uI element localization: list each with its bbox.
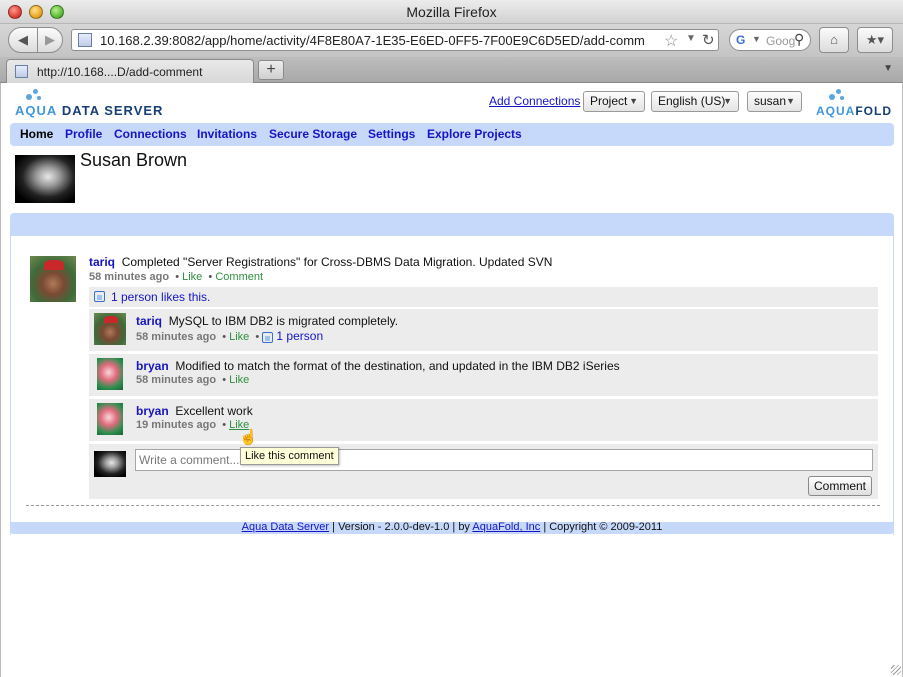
activity-like-link[interactable]: Like bbox=[182, 271, 202, 283]
user-select-value: susan bbox=[754, 94, 787, 108]
google-icon[interactable]: G bbox=[736, 33, 745, 47]
comment-input-placeholder: Write a comment... bbox=[139, 453, 240, 467]
site-favicon-icon bbox=[78, 33, 92, 47]
tab-strip: http://10.168....D/add-comment + ▼ bbox=[0, 57, 903, 83]
tab-add-comment[interactable]: http://10.168....D/add-comment bbox=[6, 59, 254, 83]
logo-text-data-server: DATA SERVER bbox=[61, 103, 164, 118]
menu-settings[interactable]: Settings bbox=[368, 127, 415, 141]
comment-likes-count[interactable]: 1 person bbox=[276, 329, 323, 343]
thumbs-up-icon bbox=[94, 291, 105, 302]
brand-text-fold: FOLD bbox=[855, 104, 893, 118]
forward-button[interactable]: ▶ bbox=[37, 27, 63, 53]
comment-time: 19 minutes ago bbox=[136, 419, 217, 431]
footer-company-link[interactable]: AquaFold, Inc bbox=[472, 521, 540, 533]
avatar[interactable] bbox=[94, 313, 126, 345]
project-select-value: Project bbox=[590, 94, 628, 108]
tab-list-icon[interactable]: ▼ bbox=[883, 63, 893, 74]
forward-arrow-icon: ▶ bbox=[45, 32, 55, 47]
bookmark-icon: ★▾ bbox=[865, 32, 885, 47]
tab-label: http://10.168....D/add-comment bbox=[37, 65, 203, 79]
main-menu: Home Profile Connections Invitations Sec… bbox=[10, 123, 894, 146]
chevron-down-icon: ▼ bbox=[629, 96, 638, 106]
avatar[interactable] bbox=[30, 256, 76, 302]
chevron-down-icon: ▼ bbox=[723, 96, 732, 106]
search-placeholder: Goog bbox=[766, 34, 796, 48]
comment-author[interactable]: bryan bbox=[136, 359, 169, 373]
resize-handle-icon[interactable] bbox=[891, 665, 901, 675]
star-icon[interactable]: ☆ bbox=[664, 31, 678, 51]
language-select-value: English (US) bbox=[658, 94, 726, 108]
new-tab-button[interactable]: + bbox=[258, 60, 284, 80]
add-connections-link[interactable]: Add Connections bbox=[489, 94, 580, 108]
browser-toolbar: ◀ ▶ 10.168.2.39:8082/app/home/activity/4… bbox=[0, 24, 903, 57]
window-title: Mozilla Firefox bbox=[406, 4, 497, 20]
reload-icon[interactable]: ↻ bbox=[702, 31, 715, 49]
activity-time: 58 minutes ago bbox=[89, 271, 170, 283]
comment-button[interactable]: Comment bbox=[808, 476, 872, 496]
aqua-data-server-logo[interactable]: AQUA DATA SERVER bbox=[15, 89, 165, 119]
menu-profile[interactable]: Profile bbox=[65, 127, 102, 141]
bookmarks-button[interactable]: ★▾ bbox=[857, 27, 893, 53]
back-arrow-icon: ◀ bbox=[18, 32, 28, 47]
logo-text-aqua: AQUA bbox=[15, 103, 58, 118]
menu-explore-projects[interactable]: Explore Projects bbox=[427, 127, 522, 141]
comment-author[interactable]: tariq bbox=[136, 314, 162, 328]
aquafold-logo[interactable]: AQUAFOLD bbox=[816, 89, 896, 119]
comment-time: 58 minutes ago bbox=[136, 374, 217, 386]
activity-meta: 58 minutes ago • Like • Comment bbox=[89, 271, 264, 283]
back-button[interactable]: ◀ bbox=[8, 27, 38, 53]
avatar[interactable] bbox=[94, 451, 126, 477]
activity-text: Completed "Server Registrations" for Cro… bbox=[121, 255, 553, 269]
chevron-down-icon[interactable]: ▼ bbox=[686, 33, 696, 44]
menu-home[interactable]: Home bbox=[20, 127, 53, 141]
comment-like-link[interactable]: Like bbox=[229, 374, 249, 386]
home-button[interactable]: ⌂ bbox=[819, 27, 849, 53]
hand-cursor-icon: ☝ bbox=[239, 429, 258, 446]
activity-comment-link[interactable]: Comment bbox=[215, 271, 263, 283]
brand-text-aqua: AQUA bbox=[816, 104, 856, 118]
divider bbox=[89, 351, 878, 352]
activity-line: tariq Completed "Server Registrations" f… bbox=[89, 255, 552, 269]
comment-text: Excellent work bbox=[175, 404, 253, 418]
profile-avatar[interactable] bbox=[15, 155, 75, 203]
divider bbox=[89, 396, 878, 397]
likes-summary[interactable]: 1 person likes this. bbox=[111, 290, 210, 304]
comment-text: MySQL to IBM DB2 is migrated completely. bbox=[168, 314, 399, 328]
footer-copyright: | Copyright © 2009-2011 bbox=[540, 521, 663, 533]
divider bbox=[89, 441, 878, 442]
menu-connections[interactable]: Connections bbox=[114, 127, 187, 141]
comment-like-link[interactable]: Like bbox=[229, 331, 249, 343]
menu-secure-storage[interactable]: Secure Storage bbox=[269, 127, 357, 141]
home-icon: ⌂ bbox=[830, 32, 838, 47]
chevron-down-icon[interactable]: ▼ bbox=[752, 34, 761, 44]
chevron-down-icon: ▼ bbox=[786, 96, 795, 106]
window-titlebar: Mozilla Firefox bbox=[0, 0, 903, 24]
divider bbox=[26, 505, 880, 506]
page-content: AQUA DATA SERVER Add Connections Project… bbox=[0, 83, 903, 677]
user-select[interactable]: susan ▼ bbox=[747, 91, 802, 112]
footer: Aqua Data Server | Version - 2.0.0-dev-1… bbox=[10, 522, 894, 534]
profile-name: Susan Brown bbox=[80, 150, 188, 170]
address-bar[interactable]: 10.168.2.39:8082/app/home/activity/4F8E8… bbox=[71, 29, 719, 51]
water-drops-icon bbox=[820, 89, 850, 105]
comment-time: 58 minutes ago bbox=[136, 331, 217, 343]
avatar[interactable] bbox=[97, 403, 123, 435]
comment-author[interactable]: bryan bbox=[136, 404, 169, 418]
likes-summary-bar: 1 person likes this. bbox=[89, 287, 878, 307]
project-select[interactable]: Project ▼ bbox=[583, 91, 645, 112]
tab-favicon-icon bbox=[15, 65, 28, 78]
search-icon[interactable]: ⚲ bbox=[794, 31, 804, 48]
activity-header-band bbox=[10, 213, 894, 236]
like-tooltip: Like this comment bbox=[240, 447, 339, 465]
avatar[interactable] bbox=[97, 358, 123, 390]
language-select[interactable]: English (US) ▼ bbox=[651, 91, 739, 112]
address-url[interactable]: 10.168.2.39:8082/app/home/activity/4F8E8… bbox=[100, 33, 660, 48]
search-input[interactable]: G ▼ Goog ⚲ bbox=[729, 29, 811, 51]
footer-version: | Version - 2.0.0-dev-1.0 | by bbox=[329, 521, 473, 533]
footer-product-link[interactable]: Aqua Data Server bbox=[242, 521, 329, 533]
activity-author[interactable]: tariq bbox=[89, 255, 115, 269]
menu-invitations[interactable]: Invitations bbox=[197, 127, 257, 141]
thumbs-up-icon bbox=[262, 331, 274, 343]
comment-text: Modified to match the format of the dest… bbox=[175, 359, 620, 373]
